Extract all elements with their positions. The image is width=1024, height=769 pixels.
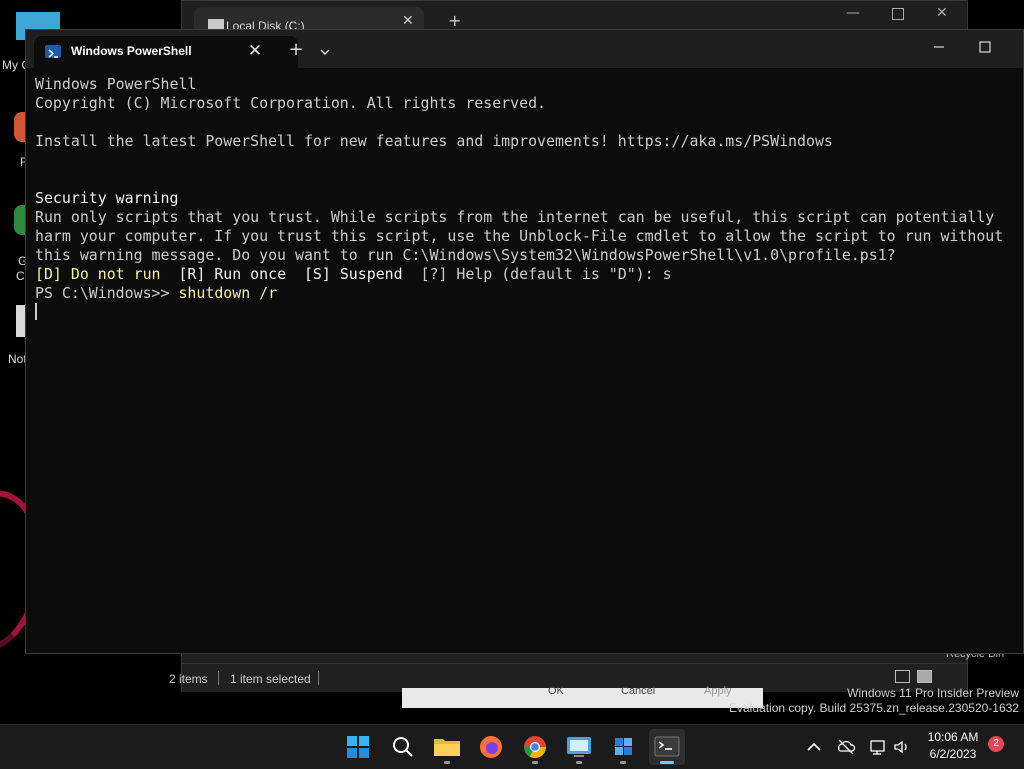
folder-icon [434,739,460,756]
console-line: Windows PowerShell [35,75,197,93]
watermark-build: Evaluation copy. Build 25375.zn_release.… [729,701,1019,715]
console-line: Install the latest PowerShell for new fe… [35,132,833,150]
command-text: shutdown /r [178,284,278,302]
watermark-edition: Windows 11 Pro Insider Preview [847,686,1019,700]
powershell-icon [45,45,61,58]
clock-date: 6/2/2023 [929,747,977,761]
chrome-taskbar-button[interactable] [517,729,553,765]
new-tab-button[interactable]: + [282,36,310,64]
desktop: My C F G C Not Local Disk (C:) ✕ + — ✕ 2… [0,0,1024,724]
terminal-titlebar[interactable]: Windows PowerShell ✕ + [26,30,1023,68]
console-input-line[interactable] [35,303,1015,322]
windows-logo-icon [347,736,369,758]
running-indicator [620,761,626,764]
console-prompt-line: PS C:\Windows>> shutdown /r [35,284,1015,303]
console-choice-line: [D] Do not run [R] Run once [S] Suspend … [35,265,1015,284]
status-separator [218,671,219,685]
cancel-button[interactable]: Cancel [621,685,655,697]
chevron-down-icon[interactable] [311,36,339,64]
tab-close-icon[interactable]: ✕ [244,40,266,62]
details-view-icon[interactable] [895,670,910,683]
ok-button[interactable]: OK [548,685,564,697]
desktop-icon-label: C [16,269,25,283]
minimize-button[interactable] [916,30,962,66]
remote-desktop-icon [567,737,591,757]
dropdown-chevron-icon [320,49,330,55]
tab-title: Windows PowerShell [71,44,192,58]
explorer-minimize-icon[interactable]: — [846,5,860,21]
maximize-button[interactable] [962,30,1008,66]
explorer-maximize-icon[interactable] [892,8,904,20]
terminal-icon [654,736,680,757]
console-output[interactable]: Windows PowerShell Copyright (C) Microsof… [35,75,1015,322]
firefox-icon [480,736,502,758]
remote-desktop-taskbar-button[interactable] [561,729,597,765]
explorer-close-icon[interactable]: ✕ [936,5,948,21]
running-indicator [532,761,538,764]
running-indicator [660,761,674,764]
notification-badge[interactable]: 2 [988,736,1004,752]
explorer-new-tab-icon[interactable]: + [448,11,461,30]
ethernet-icon [870,740,885,755]
console-line: Copyright (C) Microsoft Corporation. All… [35,94,547,112]
puzzle-app-icon [615,738,632,755]
explorer-tab-close-icon[interactable]: ✕ [402,13,414,29]
network-icon[interactable] [868,737,888,757]
app-taskbar-button[interactable] [605,729,641,765]
onedrive-offline-icon[interactable] [836,737,856,757]
search-icon [393,737,413,757]
chevron-up-icon[interactable] [804,737,824,757]
volume-icon[interactable] [892,737,912,757]
console-line: this warning message. Do you want to run… [35,246,896,264]
powershell-prompt-icon [48,49,58,58]
start-button[interactable] [340,729,376,765]
prompt: PS C:\Windows>> [35,284,179,302]
desktop-icon-label: Not [8,352,27,366]
search-button[interactable] [385,729,421,765]
security-warning-heading: Security warning [35,189,179,207]
taskbar: 10:06 AM 6/2/2023 [0,724,1024,769]
minimize-icon [934,46,944,48]
status-item-count: 2 items [169,672,208,686]
console-line: harm your computer. If you trust this sc… [35,227,1004,245]
firefox-taskbar-button[interactable] [473,729,509,765]
choice-suspend: [S] Suspend [303,265,421,283]
clock-time: 10:06 AM [927,730,979,744]
console-line: Run only scripts that you trust. While s… [35,208,995,226]
running-indicator [576,761,582,764]
choice-run-once: [R] Run once [178,265,304,283]
file-explorer-taskbar-button[interactable] [429,729,465,765]
choice-help: [?] Help (default is "D"): s [420,265,672,283]
tab-windows-powershell[interactable]: Windows PowerShell ✕ [34,36,298,68]
show-hidden-icons-icon [807,742,821,751]
terminal-taskbar-button[interactable] [649,729,685,765]
properties-dialog-buttons: OK Cancel Apply [402,685,763,708]
status-separator [318,671,319,685]
choice-do-not-run: [D] Do not run [35,265,179,283]
maximize-icon [979,41,991,53]
cloud-icon [837,739,856,755]
system-clock[interactable]: 10:06 AM 6/2/2023 [918,729,988,763]
text-cursor [35,303,37,320]
running-indicator [444,761,450,764]
large-icons-view-icon[interactable] [917,670,932,683]
status-selection-count: 1 item selected [230,672,311,686]
chrome-icon [524,736,546,758]
terminal-window[interactable]: Windows PowerShell ✕ + Windows PowerShel… [25,29,1024,654]
apply-button[interactable]: Apply [704,685,732,697]
speaker-icon [894,740,907,754]
